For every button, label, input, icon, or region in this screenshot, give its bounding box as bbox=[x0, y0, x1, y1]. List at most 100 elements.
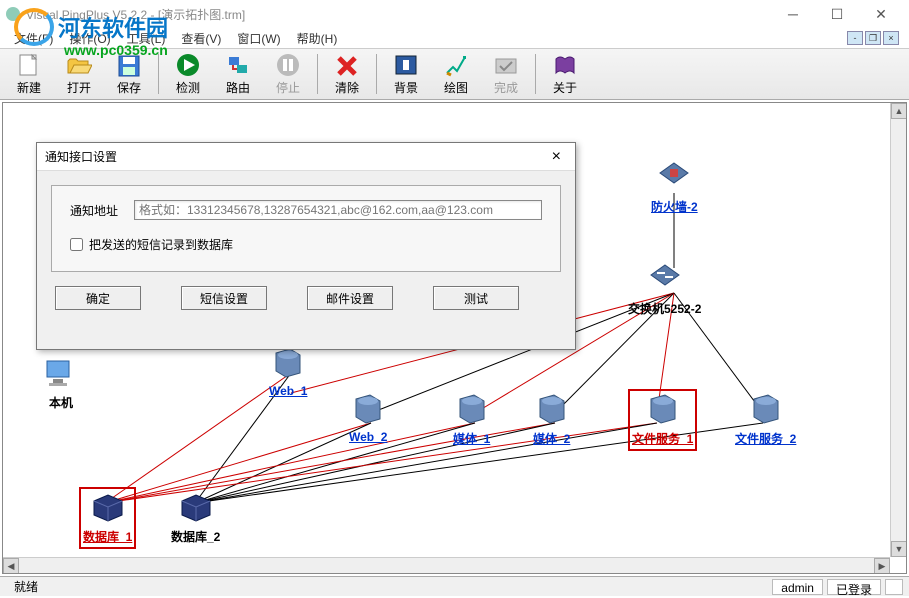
dialog-title-text: 通知接口设置 bbox=[45, 148, 117, 165]
database-icon bbox=[90, 491, 126, 525]
toolbar-clear-label: 清除 bbox=[335, 79, 359, 96]
notify-settings-dialog: 通知接口设置 × 通知地址 把发送的短信记录到数据库 确定 短信设置 邮件设置 … bbox=[36, 142, 576, 350]
sms-settings-button[interactable]: 短信设置 bbox=[181, 286, 267, 310]
maximize-button[interactable]: ☐ bbox=[815, 0, 859, 28]
node-web1-label: Web_1 bbox=[269, 384, 307, 398]
switch-icon bbox=[647, 263, 683, 297]
toolbar-detect[interactable]: 检测 bbox=[163, 50, 213, 98]
folder-open-icon bbox=[66, 53, 92, 77]
node-media1[interactable]: 媒体_1 bbox=[453, 393, 490, 447]
new-file-icon bbox=[16, 53, 42, 77]
node-file2-label: 文件服务_2 bbox=[735, 430, 796, 447]
addr-label: 通知地址 bbox=[70, 202, 134, 219]
dialog-close-button[interactable]: × bbox=[546, 148, 567, 166]
status-empty bbox=[885, 579, 903, 595]
toolbar-about[interactable]: 关于 bbox=[540, 50, 590, 98]
mdi-close-button[interactable]: × bbox=[883, 31, 899, 45]
menu-window[interactable]: 窗口(W) bbox=[229, 28, 288, 49]
scroll-right-icon[interactable]: ▶ bbox=[874, 558, 890, 574]
play-icon bbox=[175, 53, 201, 77]
toolbar-draw[interactable]: 绘图 bbox=[431, 50, 481, 98]
node-db2-label: 数据库_2 bbox=[171, 528, 220, 545]
mdi-restore-button[interactable]: ❐ bbox=[865, 31, 881, 45]
ok-button[interactable]: 确定 bbox=[55, 286, 141, 310]
toolbar-save[interactable]: 保存 bbox=[104, 50, 154, 98]
node-local[interactable]: 本机 bbox=[43, 357, 79, 411]
scroll-left-icon[interactable]: ◀ bbox=[3, 558, 19, 574]
toolbar-finish-label: 完成 bbox=[494, 79, 518, 96]
menu-tool[interactable]: 工具(L) bbox=[119, 28, 174, 49]
node-db1[interactable]: 数据库_1 bbox=[79, 487, 136, 549]
toolbar-new[interactable]: 新建 bbox=[4, 50, 54, 98]
route-icon bbox=[225, 53, 251, 77]
menu-help[interactable]: 帮助(H) bbox=[289, 28, 346, 49]
titlebar: Visual PingPlus V5.2.2 - [演示拓扑图.trm] ─ ☐… bbox=[0, 0, 909, 28]
node-db1-label: 数据库_1 bbox=[83, 528, 132, 545]
toolbar-background-label: 背景 bbox=[394, 79, 418, 96]
app-icon bbox=[6, 7, 20, 21]
vertical-scrollbar[interactable]: ▲ ▼ bbox=[890, 103, 906, 557]
menu-file[interactable]: 文件(F) bbox=[6, 28, 61, 49]
server-icon bbox=[454, 393, 490, 427]
server-icon bbox=[270, 347, 306, 381]
node-file1-label: 文件服务_1 bbox=[632, 430, 693, 447]
window-title: Visual PingPlus V5.2.2 - [演示拓扑图.trm] bbox=[26, 6, 245, 23]
dialog-titlebar[interactable]: 通知接口设置 × bbox=[37, 143, 575, 171]
node-switch-label: 交换机5252-2 bbox=[628, 300, 701, 317]
toolbar-route[interactable]: 路由 bbox=[213, 50, 263, 98]
node-firewall-label: 防火墙-2 bbox=[651, 198, 698, 215]
clear-icon bbox=[334, 53, 360, 77]
minimize-button[interactable]: ─ bbox=[771, 0, 815, 28]
node-file2[interactable]: 文件服务_2 bbox=[735, 393, 796, 447]
node-media2[interactable]: 媒体_2 bbox=[533, 393, 570, 447]
toolbar-stop-label: 停止 bbox=[276, 79, 300, 96]
addr-input[interactable] bbox=[134, 200, 542, 220]
draw-icon bbox=[443, 53, 469, 77]
server-icon bbox=[748, 393, 784, 427]
book-icon bbox=[552, 53, 578, 77]
toolbar-new-label: 新建 bbox=[17, 79, 41, 96]
toolbar-open-label: 打开 bbox=[67, 79, 91, 96]
mail-settings-button[interactable]: 邮件设置 bbox=[307, 286, 393, 310]
node-web2-label: Web_2 bbox=[349, 430, 387, 444]
toolbar-detect-label: 检测 bbox=[176, 79, 200, 96]
test-button[interactable]: 测试 bbox=[433, 286, 519, 310]
database-icon bbox=[178, 491, 214, 525]
server-icon bbox=[350, 393, 386, 427]
toolbar-route-label: 路由 bbox=[226, 79, 250, 96]
scroll-up-icon[interactable]: ▲ bbox=[891, 103, 907, 119]
toolbar-finish: 完成 bbox=[481, 50, 531, 98]
computer-icon bbox=[43, 357, 79, 391]
node-web2[interactable]: Web_2 bbox=[349, 393, 387, 444]
toolbar-open[interactable]: 打开 bbox=[54, 50, 104, 98]
node-media2-label: 媒体_2 bbox=[533, 430, 570, 447]
status-ready: 就绪 bbox=[6, 578, 46, 595]
finish-icon bbox=[493, 53, 519, 77]
node-firewall[interactable]: 防火墙-2 bbox=[651, 161, 698, 215]
mdi-minimize-button[interactable]: - bbox=[847, 31, 863, 45]
node-web1[interactable]: Web_1 bbox=[269, 347, 307, 398]
scroll-down-icon[interactable]: ▼ bbox=[891, 541, 907, 557]
toolbar-draw-label: 绘图 bbox=[444, 79, 468, 96]
close-button[interactable]: ✕ bbox=[859, 0, 903, 28]
node-file1[interactable]: 文件服务_1 bbox=[628, 389, 697, 451]
toolbar-about-label: 关于 bbox=[553, 79, 577, 96]
toolbar-save-label: 保存 bbox=[117, 79, 141, 96]
server-icon bbox=[534, 393, 570, 427]
menu-operate[interactable]: 操作(O) bbox=[61, 28, 118, 49]
horizontal-scrollbar[interactable]: ◀ ▶ bbox=[3, 557, 890, 573]
toolbar-clear[interactable]: 清除 bbox=[322, 50, 372, 98]
node-db2[interactable]: 数据库_2 bbox=[171, 491, 220, 545]
save-sms-checkbox[interactable] bbox=[70, 238, 83, 251]
menubar: 文件(F) 操作(O) 工具(L) 查看(V) 窗口(W) 帮助(H) - ❐ … bbox=[0, 28, 909, 48]
background-icon bbox=[393, 53, 419, 77]
node-switch[interactable]: 交换机5252-2 bbox=[628, 263, 701, 317]
status-user: admin bbox=[772, 579, 823, 595]
save-sms-label: 把发送的短信记录到数据库 bbox=[89, 236, 233, 253]
toolbar-stop: 停止 bbox=[263, 50, 313, 98]
statusbar: 就绪 admin 已登录 bbox=[0, 576, 909, 596]
menu-view[interactable]: 查看(V) bbox=[173, 28, 229, 49]
node-media1-label: 媒体_1 bbox=[453, 430, 490, 447]
toolbar: 新建 打开 保存 检测 路由 停止 清除 背景 绘图 完成 关于 bbox=[0, 48, 909, 100]
toolbar-background[interactable]: 背景 bbox=[381, 50, 431, 98]
